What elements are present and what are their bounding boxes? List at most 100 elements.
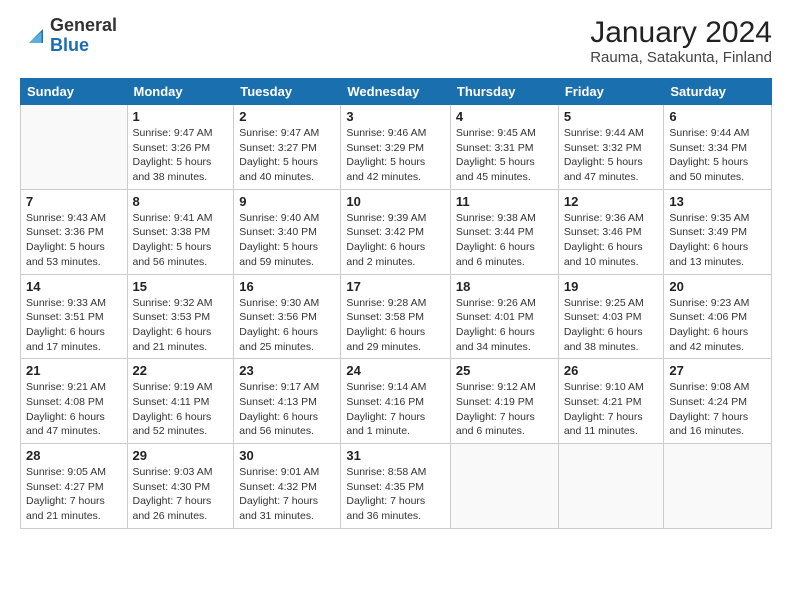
calendar-week-row: 21 Sunrise: 9:21 AMSunset: 4:08 PMDayligh… bbox=[21, 359, 772, 444]
day-info: Sunrise: 8:58 AMSunset: 4:35 PMDaylight:… bbox=[346, 465, 445, 524]
calendar-subtitle: Rauma, Satakunta, Finland bbox=[590, 49, 772, 66]
day-info: Sunrise: 9:14 AMSunset: 4:16 PMDaylight:… bbox=[346, 380, 445, 439]
day-number: 3 bbox=[346, 109, 445, 124]
day-number: 21 bbox=[26, 363, 122, 378]
day-info: Sunrise: 9:40 AMSunset: 3:40 PMDaylight:… bbox=[239, 211, 335, 270]
day-info: Sunrise: 9:03 AMSunset: 4:30 PMDaylight:… bbox=[133, 465, 229, 524]
day-info: Sunrise: 9:39 AMSunset: 3:42 PMDaylight:… bbox=[346, 211, 445, 270]
day-number: 27 bbox=[669, 363, 766, 378]
day-number: 13 bbox=[669, 194, 766, 209]
table-row: 31 Sunrise: 8:58 AMSunset: 4:35 PMDayligh… bbox=[341, 444, 451, 529]
table-row: 17 Sunrise: 9:28 AMSunset: 3:58 PMDayligh… bbox=[341, 274, 451, 359]
page: General Blue January 2024 Rauma, Satakun… bbox=[0, 0, 792, 612]
table-row: 20 Sunrise: 9:23 AMSunset: 4:06 PMDayligh… bbox=[664, 274, 772, 359]
col-tuesday: Tuesday bbox=[234, 79, 341, 105]
day-info: Sunrise: 9:19 AMSunset: 4:11 PMDaylight:… bbox=[133, 380, 229, 439]
day-number: 7 bbox=[26, 194, 122, 209]
table-row: 15 Sunrise: 9:32 AMSunset: 3:53 PMDayligh… bbox=[127, 274, 234, 359]
logo-general-text: General bbox=[50, 15, 117, 35]
day-info: Sunrise: 9:25 AMSunset: 4:03 PMDaylight:… bbox=[564, 296, 659, 355]
table-row: 14 Sunrise: 9:33 AMSunset: 3:51 PMDayligh… bbox=[21, 274, 128, 359]
table-row: 28Sunrise: 9:05 AMSunset: 4:27 PMDayligh… bbox=[21, 444, 128, 529]
day-info: Sunrise: 9:45 AMSunset: 3:31 PMDaylight:… bbox=[456, 126, 553, 185]
day-number: 15 bbox=[133, 279, 229, 294]
day-number: 14 bbox=[26, 279, 122, 294]
day-info: Sunrise: 9:28 AMSunset: 3:58 PMDaylight:… bbox=[346, 296, 445, 355]
day-info: Sunrise: 9:01 AMSunset: 4:32 PMDaylight:… bbox=[239, 465, 335, 524]
day-info: Sunrise: 9:10 AMSunset: 4:21 PMDaylight:… bbox=[564, 380, 659, 439]
day-number: 18 bbox=[456, 279, 553, 294]
table-row: 25Sunrise: 9:12 AMSunset: 4:19 PMDayligh… bbox=[450, 359, 558, 444]
day-info: Sunrise: 9:05 AMSunset: 4:27 PMDaylight:… bbox=[26, 465, 122, 524]
col-saturday: Saturday bbox=[664, 79, 772, 105]
day-info: Sunrise: 9:26 AMSunset: 4:01 PMDaylight:… bbox=[456, 296, 553, 355]
table-row: 8Sunrise: 9:41 AMSunset: 3:38 PMDaylight… bbox=[127, 189, 234, 274]
day-number: 2 bbox=[239, 109, 335, 124]
day-number: 12 bbox=[564, 194, 659, 209]
day-number: 20 bbox=[669, 279, 766, 294]
day-info: Sunrise: 9:46 AMSunset: 3:29 PMDaylight:… bbox=[346, 126, 445, 185]
day-info: Sunrise: 9:32 AMSunset: 3:53 PMDaylight:… bbox=[133, 296, 229, 355]
day-info: Sunrise: 9:41 AMSunset: 3:38 PMDaylight:… bbox=[133, 211, 229, 270]
table-row bbox=[664, 444, 772, 529]
calendar-week-row: 1 Sunrise: 9:47 AMSunset: 3:26 PMDaylight… bbox=[21, 105, 772, 190]
day-number: 1 bbox=[133, 109, 229, 124]
day-info: Sunrise: 9:23 AMSunset: 4:06 PMDaylight:… bbox=[669, 296, 766, 355]
table-row: 30 Sunrise: 9:01 AMSunset: 4:32 PMDayligh… bbox=[234, 444, 341, 529]
table-row bbox=[558, 444, 664, 529]
day-info: Sunrise: 9:44 AMSunset: 3:34 PMDaylight:… bbox=[669, 126, 766, 185]
table-row: 16 Sunrise: 9:30 AMSunset: 3:56 PMDayligh… bbox=[234, 274, 341, 359]
day-info: Sunrise: 9:44 AMSunset: 3:32 PMDaylight:… bbox=[564, 126, 659, 185]
day-number: 11 bbox=[456, 194, 553, 209]
day-info: Sunrise: 9:17 AMSunset: 4:13 PMDaylight:… bbox=[239, 380, 335, 439]
day-number: 17 bbox=[346, 279, 445, 294]
day-number: 24 bbox=[346, 363, 445, 378]
day-info: Sunrise: 9:30 AMSunset: 3:56 PMDaylight:… bbox=[239, 296, 335, 355]
day-number: 22 bbox=[133, 363, 229, 378]
logo-icon bbox=[22, 22, 50, 50]
day-number: 25 bbox=[456, 363, 553, 378]
day-number: 16 bbox=[239, 279, 335, 294]
col-sunday: Sunday bbox=[21, 79, 128, 105]
table-row: 4 Sunrise: 9:45 AMSunset: 3:31 PMDaylight… bbox=[450, 105, 558, 190]
day-info: Sunrise: 9:38 AMSunset: 3:44 PMDaylight:… bbox=[456, 211, 553, 270]
day-info: Sunrise: 9:33 AMSunset: 3:51 PMDaylight:… bbox=[26, 296, 122, 355]
day-number: 30 bbox=[239, 448, 335, 463]
day-info: Sunrise: 9:47 AMSunset: 3:26 PMDaylight:… bbox=[133, 126, 229, 185]
table-row: 11 Sunrise: 9:38 AMSunset: 3:44 PMDayligh… bbox=[450, 189, 558, 274]
day-number: 29 bbox=[133, 448, 229, 463]
calendar-table: Sunday Monday Tuesday Wednesday Thursday… bbox=[20, 78, 772, 529]
day-number: 26 bbox=[564, 363, 659, 378]
table-row bbox=[450, 444, 558, 529]
day-number: 4 bbox=[456, 109, 553, 124]
calendar-header-row: Sunday Monday Tuesday Wednesday Thursday… bbox=[21, 79, 772, 105]
table-row: 29 Sunrise: 9:03 AMSunset: 4:30 PMDayligh… bbox=[127, 444, 234, 529]
header: General Blue January 2024 Rauma, Satakun… bbox=[20, 16, 772, 66]
logo-blue-text: Blue bbox=[50, 35, 89, 55]
table-row: 2Sunrise: 9:47 AMSunset: 3:27 PMDaylight… bbox=[234, 105, 341, 190]
table-row: 21 Sunrise: 9:21 AMSunset: 4:08 PMDayligh… bbox=[21, 359, 128, 444]
day-number: 9 bbox=[239, 194, 335, 209]
day-number: 23 bbox=[239, 363, 335, 378]
table-row: 3 Sunrise: 9:46 AMSunset: 3:29 PMDaylight… bbox=[341, 105, 451, 190]
table-row: 13Sunrise: 9:35 AMSunset: 3:49 PMDayligh… bbox=[664, 189, 772, 274]
table-row: 5 Sunrise: 9:44 AMSunset: 3:32 PMDaylight… bbox=[558, 105, 664, 190]
logo: General Blue bbox=[20, 16, 117, 56]
day-info: Sunrise: 9:08 AMSunset: 4:24 PMDaylight:… bbox=[669, 380, 766, 439]
table-row: 22 Sunrise: 9:19 AMSunset: 4:11 PMDayligh… bbox=[127, 359, 234, 444]
day-info: Sunrise: 9:21 AMSunset: 4:08 PMDaylight:… bbox=[26, 380, 122, 439]
day-number: 6 bbox=[669, 109, 766, 124]
day-number: 5 bbox=[564, 109, 659, 124]
table-row: 26 Sunrise: 9:10 AMSunset: 4:21 PMDayligh… bbox=[558, 359, 664, 444]
calendar-week-row: 14 Sunrise: 9:33 AMSunset: 3:51 PMDayligh… bbox=[21, 274, 772, 359]
table-row: 23 Sunrise: 9:17 AMSunset: 4:13 PMDayligh… bbox=[234, 359, 341, 444]
table-row: 7Sunrise: 9:43 AMSunset: 3:36 PMDaylight… bbox=[21, 189, 128, 274]
title-block: January 2024 Rauma, Satakunta, Finland bbox=[590, 16, 772, 66]
table-row: 24 Sunrise: 9:14 AMSunset: 4:16 PMDayligh… bbox=[341, 359, 451, 444]
logo-text: General Blue bbox=[50, 16, 117, 56]
col-wednesday: Wednesday bbox=[341, 79, 451, 105]
table-row: 27 Sunrise: 9:08 AMSunset: 4:24 PMDayligh… bbox=[664, 359, 772, 444]
day-number: 31 bbox=[346, 448, 445, 463]
table-row: 9 Sunrise: 9:40 AMSunset: 3:40 PMDaylight… bbox=[234, 189, 341, 274]
table-row: 19Sunrise: 9:25 AMSunset: 4:03 PMDayligh… bbox=[558, 274, 664, 359]
